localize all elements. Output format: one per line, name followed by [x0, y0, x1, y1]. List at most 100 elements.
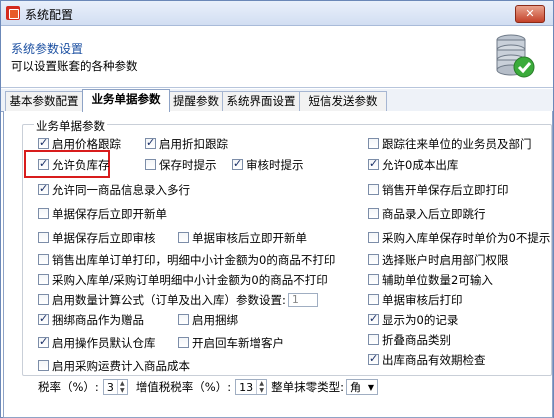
tab-strip: 基本参数配置 业务单据参数 提醒参数 系统界面设置 短信发送参数 [1, 89, 553, 112]
app-icon [6, 6, 20, 20]
spinner-arrows-icon[interactable]: ▲ ▼ [116, 380, 127, 394]
checkbox-jump-after-entry[interactable]: 商品录入后立即跳行 [368, 206, 486, 221]
checkbox-box[interactable] [38, 136, 49, 149]
checkbox-label: 销售开单保存后立即打印 [382, 182, 509, 197]
tab-sms-params[interactable]: 短信发送参数 [299, 91, 387, 111]
checkbox-label: 销售出库单订单打印，明细中小计金额为0的商品不打印 [52, 252, 336, 267]
vat-rate-value: 13 [239, 380, 254, 394]
checkbox-box[interactable] [38, 274, 49, 285]
header-description: 可以设置账套的各种参数 [11, 59, 138, 73]
checkbox-expiry-check[interactable]: 出库商品有效期检查 [368, 352, 486, 367]
checkbox-freight-into-cost[interactable]: 启用采购运费计入商品成本 [38, 358, 190, 373]
checkbox-label: 采购入库单/采购订单明细中小计金额为0的商品不打印 [52, 272, 328, 287]
formula-param-input[interactable]: 1 [287, 292, 318, 307]
checkbox-audit-after-save[interactable]: 单据保存后立即审核 [38, 230, 156, 245]
checkbox-box[interactable] [178, 314, 189, 325]
checkbox-box[interactable] [38, 360, 49, 371]
checkbox-box[interactable] [368, 334, 379, 345]
checkbox-box[interactable] [368, 138, 379, 149]
checkbox-box[interactable] [38, 254, 49, 265]
group-title: 业务单据参数 [34, 118, 107, 134]
header-area: 系统参数设置 可以设置账套的各种参数 [1, 26, 553, 88]
checkbox-bundle-as-gift[interactable]: 捆绑商品作为赠品 [38, 312, 144, 327]
spinner-arrows-icon[interactable]: ▲ ▼ [256, 380, 266, 394]
checkbox-label: 跟踪往来单位的业务员及部门 [382, 136, 532, 151]
rounding-type-value: 角 [350, 381, 361, 394]
vat-rate-label: 增值税税率（%）: [135, 380, 232, 394]
checkbox-box[interactable] [368, 157, 379, 170]
tab-business-doc-params[interactable]: 业务单据参数 [82, 89, 170, 112]
checkbox-aux-unit-qty2[interactable]: 辅助单位数量2可输入 [368, 272, 493, 287]
checkbox-audit-prompt[interactable]: 审核时提示 [232, 157, 304, 172]
checkbox-collapse-categories[interactable]: 折叠商品类别 [368, 332, 451, 347]
checkbox-label: 单据审核后立即开新单 [192, 230, 307, 245]
checkbox-label: 单据保存后立即开新单 [52, 206, 167, 221]
tax-rate-spinner[interactable]: 3 ▲ ▼ [102, 379, 128, 395]
checkbox-sales-zero-no-print[interactable]: 销售出库单订单打印，明细中小计金额为0的商品不打印 [38, 252, 335, 267]
checkbox-box[interactable] [178, 337, 189, 348]
tab-ui-settings[interactable]: 系统界面设置 [222, 91, 300, 111]
rounding-type-select[interactable]: 角 ▼ [346, 379, 378, 395]
checkbox-label: 折叠商品类别 [382, 332, 451, 347]
checkbox-allow-zero-cost[interactable]: 允许0成本出库 [368, 157, 458, 172]
checkbox-label: 启用折扣跟踪 [159, 136, 228, 151]
checkbox-box[interactable] [145, 159, 156, 170]
checkbox-box[interactable] [368, 294, 379, 305]
checkbox-account-dept-permission[interactable]: 选择账户时启用部门权限 [368, 252, 509, 267]
database-check-icon [496, 34, 535, 78]
checkbox-multi-row-entry[interactable]: 允许同一商品信息录入多行 [38, 182, 190, 197]
checkbox-box[interactable] [368, 312, 379, 325]
checkbox-save-prompt[interactable]: 保存时提示 [145, 157, 217, 172]
checkbox-box[interactable] [368, 254, 379, 265]
checkbox-price-tracking[interactable]: 启用价格跟踪 [38, 136, 121, 151]
tab-reminder-params[interactable]: 提醒参数 [169, 91, 223, 111]
close-button[interactable]: ✕ [515, 5, 545, 23]
checkbox-box[interactable] [368, 232, 379, 243]
window-title: 系统配置 [25, 8, 74, 22]
checkbox-new-after-save[interactable]: 单据保存后立即开新单 [38, 206, 167, 221]
tax-rate-label: 税率（%）: [38, 380, 99, 394]
checkbox-label: 审核时提示 [246, 157, 304, 172]
checkbox-qty-formula[interactable]: 启用数量计算公式（订单及出入库）参数设置: 1 [38, 292, 318, 307]
checkbox-track-salesperson[interactable]: 跟踪往来单位的业务员及部门 [368, 136, 532, 151]
checkbox-label: 商品录入后立即跳行 [382, 206, 486, 221]
checkbox-new-after-audit[interactable]: 单据审核后立即开新单 [178, 230, 307, 245]
checkbox-box[interactable] [38, 335, 49, 348]
tab-basic-params[interactable]: 基本参数配置 [5, 91, 83, 111]
vat-rate-spinner[interactable]: 13 ▲ ▼ [235, 379, 268, 395]
checkbox-no-zero-price-prompt[interactable]: 采购入库单保存时单价为0不提示 [368, 230, 550, 245]
dropdown-arrow-icon[interactable]: ▼ [365, 383, 377, 392]
checkbox-discount-tracking[interactable]: 启用折扣跟踪 [145, 136, 228, 151]
checkbox-label: 保存时提示 [159, 157, 217, 172]
checkbox-box[interactable] [38, 232, 49, 243]
header-title: 系统参数设置 [11, 42, 84, 56]
checkbox-print-after-sale[interactable]: 销售开单保存后立即打印 [368, 182, 509, 197]
checkbox-label: 启用操作员默认仓库 [52, 335, 156, 350]
title-bar: 系统配置 ✕ [1, 1, 553, 26]
checkbox-box[interactable] [368, 274, 379, 285]
checkbox-label: 启用数量计算公式（订单及出入库）参数设置: [52, 292, 286, 307]
checkbox-box[interactable] [368, 208, 379, 219]
checkbox-enter-add-customer[interactable]: 开启回车新增客户 [178, 335, 284, 350]
checkbox-label: 启用采购运费计入商品成本 [52, 358, 190, 373]
checkbox-operator-default-warehouse[interactable]: 启用操作员默认仓库 [38, 335, 156, 350]
checkbox-box[interactable] [232, 157, 243, 170]
checkbox-enable-bundle[interactable]: 启用捆绑 [178, 312, 238, 327]
checkbox-box[interactable] [38, 182, 49, 195]
checkbox-label: 启用捆绑 [192, 312, 238, 327]
checkbox-allow-negative-stock[interactable]: 允许负库存 [38, 157, 110, 172]
checkbox-label: 单据保存后立即审核 [52, 230, 156, 245]
checkbox-box[interactable] [38, 312, 49, 325]
checkbox-box[interactable] [368, 352, 379, 365]
checkbox-box[interactable] [38, 157, 49, 170]
checkbox-label: 允许0成本出库 [382, 157, 459, 172]
checkbox-show-zero-records[interactable]: 显示为0的记录 [368, 312, 458, 327]
checkbox-label: 开启回车新增客户 [192, 335, 284, 350]
checkbox-box[interactable] [145, 136, 156, 149]
checkbox-print-after-audit[interactable]: 单据审核后打印 [368, 292, 463, 307]
checkbox-box[interactable] [38, 208, 49, 219]
checkbox-purchase-zero-no-print[interactable]: 采购入库单/采购订单明细中小计金额为0的商品不打印 [38, 272, 328, 287]
checkbox-box[interactable] [38, 294, 49, 305]
checkbox-box[interactable] [178, 232, 189, 243]
checkbox-box[interactable] [368, 184, 379, 195]
